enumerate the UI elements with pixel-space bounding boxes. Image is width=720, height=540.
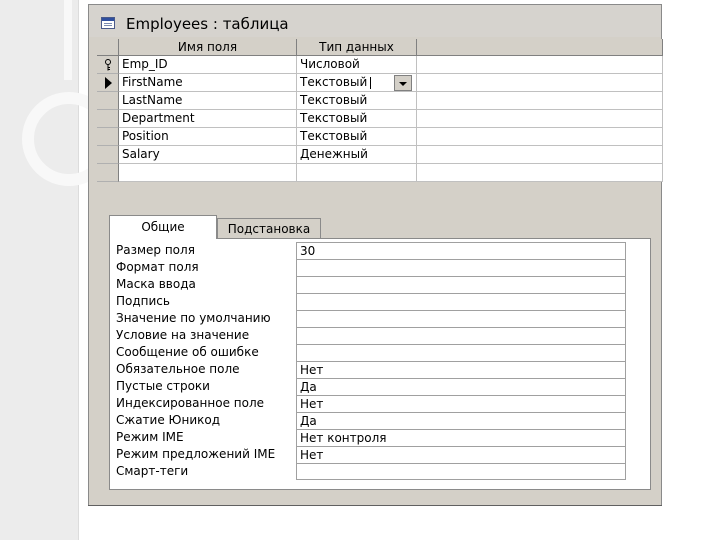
property-row: Сообщение об ошибке (110, 344, 650, 361)
property-label: Значение по умолчанию (116, 311, 271, 325)
property-label: Формат поля (116, 260, 199, 274)
row-selector[interactable] (97, 74, 119, 92)
property-label: Индексированное поле (116, 396, 265, 410)
row-selector[interactable] (97, 92, 119, 110)
field-name-cell[interactable]: Department (119, 110, 297, 128)
chevron-down-icon[interactable] (394, 75, 412, 91)
property-label: Размер поля (116, 243, 195, 257)
table-design-window: Employees : таблица Имя поля Тип данных … (88, 4, 663, 506)
description-cell[interactable] (417, 128, 663, 146)
row-selector[interactable] (97, 110, 119, 128)
property-row: Смарт-теги (110, 463, 650, 480)
property-label: Условие на значение (116, 328, 250, 342)
property-value-field[interactable] (296, 259, 626, 276)
field-name-cell[interactable]: FirstName (119, 74, 297, 92)
decorative-bar (64, 0, 72, 80)
general-properties-panel: Размер поля 30 Формат поля Маска ввода П… (109, 238, 651, 490)
field-name-cell[interactable] (119, 164, 297, 182)
divider (88, 505, 662, 506)
property-row: Значение по умолчанию (110, 310, 650, 327)
property-value-field[interactable]: Да (296, 378, 626, 395)
row-selector[interactable] (97, 146, 119, 164)
property-row: Обязательное поле Нет (110, 361, 650, 378)
property-row: Сжатие Юникод Да (110, 412, 650, 429)
property-value-field[interactable] (296, 344, 626, 361)
field-name-cell[interactable]: Emp_ID (119, 56, 297, 74)
data-type-cell[interactable]: Числовой (297, 56, 417, 74)
data-type-combo[interactable]: Текстовый (297, 74, 417, 92)
data-type-cell[interactable] (297, 164, 417, 182)
property-label: Сжатие Юникод (116, 413, 221, 427)
row-selector-header (97, 39, 119, 56)
field-name-cell[interactable]: LastName (119, 92, 297, 110)
field-row[interactable]: Position Текстовый (97, 128, 663, 146)
text-cursor (370, 77, 371, 89)
description-cell[interactable] (417, 146, 663, 164)
property-label: Пустые строки (116, 379, 210, 393)
property-row: Формат поля (110, 259, 650, 276)
description-cell[interactable] (417, 164, 663, 182)
property-row: Условие на значение (110, 327, 650, 344)
property-value-field[interactable]: Нет (296, 446, 626, 463)
property-value-field[interactable] (296, 463, 626, 480)
property-row: Режим предложений IME Нет (110, 446, 650, 463)
property-label: Смарт-теги (116, 464, 189, 478)
data-type-cell[interactable]: Денежный (297, 146, 417, 164)
data-type-cell[interactable]: Текстовый (297, 128, 417, 146)
property-value-field[interactable]: Да (296, 412, 626, 429)
field-row[interactable]: Department Текстовый (97, 110, 663, 128)
title-bar[interactable]: Employees : таблица (89, 5, 661, 37)
field-row-empty[interactable] (97, 164, 663, 182)
description-cell[interactable] (417, 56, 663, 74)
current-row-arrow-icon (105, 77, 112, 89)
field-row[interactable]: LastName Текстовый (97, 92, 663, 110)
property-label: Режим предложений IME (116, 447, 276, 461)
header-field-name: Имя поля (119, 39, 297, 56)
property-row: Режим IME Нет контроля (110, 429, 650, 446)
property-row: Пустые строки Да (110, 378, 650, 395)
header-description (417, 39, 663, 56)
slide-decoration (0, 0, 116, 540)
property-label: Сообщение об ошибке (116, 345, 259, 359)
property-value-field[interactable]: Нет контроля (296, 429, 626, 446)
row-selector[interactable] (97, 164, 119, 182)
data-type-value: Текстовый (300, 75, 368, 89)
field-row[interactable]: FirstName Текстовый (97, 74, 663, 92)
tab-lookup[interactable]: Подстановка (217, 218, 321, 240)
property-value-field[interactable] (296, 276, 626, 293)
property-row: Подпись (110, 293, 650, 310)
row-selector[interactable] (97, 56, 119, 74)
row-selector[interactable] (97, 128, 119, 146)
property-value-field[interactable] (296, 293, 626, 310)
field-row[interactable]: Emp_ID Числовой (97, 56, 663, 74)
property-label: Обязательное поле (116, 362, 240, 376)
field-row[interactable]: Salary Денежный (97, 146, 663, 164)
description-cell[interactable] (417, 92, 663, 110)
data-type-cell[interactable]: Текстовый (297, 92, 417, 110)
primary-key-icon (105, 59, 111, 71)
field-design-grid: Имя поля Тип данных Emp_ID Числовой Firs… (97, 39, 663, 182)
property-value-field[interactable] (296, 310, 626, 327)
field-name-cell[interactable]: Salary (119, 146, 297, 164)
data-type-cell[interactable]: Текстовый (297, 110, 417, 128)
property-row: Маска ввода (110, 276, 650, 293)
header-data-type: Тип данных (297, 39, 417, 56)
property-label: Подпись (116, 294, 170, 308)
property-value-field[interactable]: Нет (296, 361, 626, 378)
property-row: Размер поля 30 (110, 242, 650, 259)
property-value-field[interactable] (296, 327, 626, 344)
property-row: Индексированное поле Нет (110, 395, 650, 412)
property-label: Маска ввода (116, 277, 196, 291)
description-cell[interactable] (417, 74, 663, 92)
tab-general[interactable]: Общие (109, 215, 217, 239)
table-icon (101, 17, 115, 29)
property-value-field[interactable]: 30 (296, 242, 626, 259)
description-cell[interactable] (417, 110, 663, 128)
property-label: Режим IME (116, 430, 184, 444)
property-value-field[interactable]: Нет (296, 395, 626, 412)
field-name-cell[interactable]: Position (119, 128, 297, 146)
field-properties: Общие Подстановка Размер поля 30 Формат … (103, 209, 659, 491)
window-title: Employees : таблица (126, 15, 289, 33)
